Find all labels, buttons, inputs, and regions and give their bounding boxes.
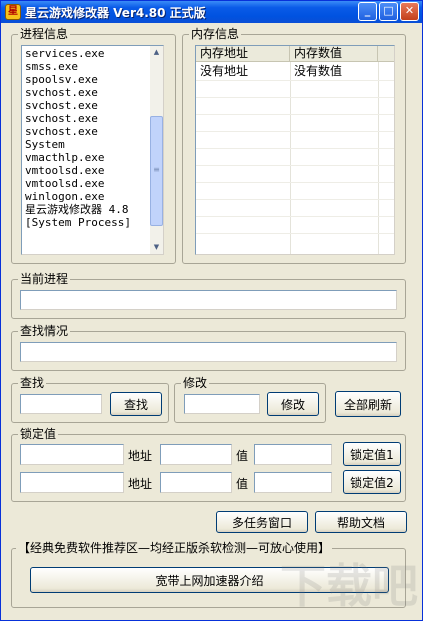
lock-value-field-1[interactable] — [254, 444, 332, 465]
modify-group-title: 修改 — [181, 376, 210, 390]
current-process-title: 当前进程 — [18, 272, 71, 286]
refresh-all-button[interactable]: 全部刷新 — [335, 391, 401, 417]
process-list-item[interactable]: services.exe — [25, 47, 147, 60]
scroll-up-icon[interactable]: ▲ — [150, 46, 163, 59]
process-list-item[interactable]: System — [25, 138, 147, 151]
process-list-item[interactable]: svchost.exe — [25, 125, 147, 138]
search-input[interactable] — [20, 394, 102, 414]
title-bar[interactable]: 星 星云游戏修改器 Ver4.80 正式版 _ □ ✕ — [1, 1, 422, 23]
search-status-group: 查找情况 — [11, 324, 406, 371]
column-header-address[interactable]: 内存地址 — [196, 46, 290, 62]
lock-value-1-button[interactable]: 锁定值1 — [343, 442, 401, 466]
column-header-value[interactable]: 内存数值 — [290, 46, 378, 62]
process-list-item[interactable]: svchost.exe — [25, 112, 147, 125]
lock-address-field-1[interactable] — [160, 444, 232, 465]
memory-listview[interactable]: 内存地址 内存数值 没有地址 没有数值 — [195, 45, 395, 255]
lock-address-field-2[interactable] — [160, 472, 232, 493]
current-process-group: 当前进程 — [11, 272, 406, 319]
process-scrollbar[interactable]: ▲ ≡ ▼ — [150, 46, 163, 254]
address-label-2: 地址 — [128, 477, 153, 491]
process-listbox[interactable]: services.exe smss.exe spoolsv.exe svchost.e… — [21, 45, 164, 255]
close-button[interactable]: ✕ — [400, 2, 419, 21]
lock-value-field-2[interactable] — [254, 472, 332, 493]
table-row[interactable]: 没有地址 没有数值 — [196, 63, 394, 80]
search-status-field[interactable] — [20, 342, 397, 362]
memory-info-title: 内存信息 — [189, 27, 242, 41]
search-group: 查找 查找 — [11, 376, 169, 423]
window-title: 星云游戏修改器 Ver4.80 正式版 — [25, 6, 206, 20]
value-label-2: 值 — [236, 477, 249, 491]
help-docs-button[interactable]: 帮助文档 — [315, 511, 407, 533]
cell-value: 没有数值 — [294, 64, 343, 78]
address-label-1: 地址 — [128, 449, 153, 463]
site-watermark-logo: 下载吧 — [280, 559, 418, 613]
process-list-item[interactable]: spoolsv.exe — [25, 73, 147, 86]
lock-values-group: 锁定值 地址 值 锁定值1 地址 值 锁定值2 — [11, 427, 406, 502]
lock-values-title: 锁定值 — [18, 427, 59, 441]
process-list-item[interactable]: 星云游戏修改器 4.8 — [25, 203, 147, 216]
process-list-item[interactable]: svchost.exe — [25, 99, 147, 112]
value-label-1: 值 — [236, 449, 249, 463]
maximize-button[interactable]: □ — [379, 2, 398, 21]
process-list-item[interactable]: winlogon.exe — [25, 190, 147, 203]
process-list-item[interactable]: smss.exe — [25, 60, 147, 73]
modify-input[interactable] — [184, 394, 260, 414]
modify-button[interactable]: 修改 — [267, 392, 319, 416]
process-info-group: 进程信息 services.exe smss.exe spoolsv.exe svch… — [11, 27, 176, 264]
multitask-window-button[interactable]: 多任务窗口 — [216, 511, 308, 533]
memory-table-header: 内存地址 内存数值 — [196, 46, 394, 62]
scroll-down-icon[interactable]: ▼ — [150, 241, 163, 254]
process-list: services.exe smss.exe spoolsv.exe svchost.e… — [22, 46, 150, 254]
lock-name-field-1[interactable] — [20, 444, 124, 465]
search-status-title: 查找情况 — [18, 324, 71, 338]
search-button[interactable]: 查找 — [110, 392, 162, 416]
process-list-item[interactable]: svchost.exe — [25, 86, 147, 99]
modify-group: 修改 修改 — [174, 376, 326, 423]
app-logo-icon: 星 — [5, 4, 21, 20]
search-group-title: 查找 — [18, 376, 47, 390]
process-list-item[interactable]: vmtoolsd.exe — [25, 177, 147, 190]
scroll-thumb[interactable]: ≡ — [150, 116, 163, 226]
lock-name-field-2[interactable] — [20, 472, 124, 493]
current-process-field[interactable] — [20, 290, 397, 310]
memory-info-group: 内存信息 内存地址 内存数值 没有地址 没有数值 — [182, 27, 406, 264]
process-info-title: 进程信息 — [18, 27, 71, 41]
main-window: 星 星云游戏修改器 Ver4.80 正式版 _ □ ✕ 进程信息 service… — [0, 0, 423, 621]
lock-value-2-button[interactable]: 锁定值2 — [343, 470, 401, 494]
process-list-item[interactable]: vmacthlp.exe — [25, 151, 147, 164]
process-list-item[interactable]: vmtoolsd.exe — [25, 164, 147, 177]
process-list-item[interactable]: [System Process] — [25, 216, 147, 229]
cell-address: 没有地址 — [200, 64, 249, 78]
minimize-button[interactable]: _ — [358, 2, 377, 21]
